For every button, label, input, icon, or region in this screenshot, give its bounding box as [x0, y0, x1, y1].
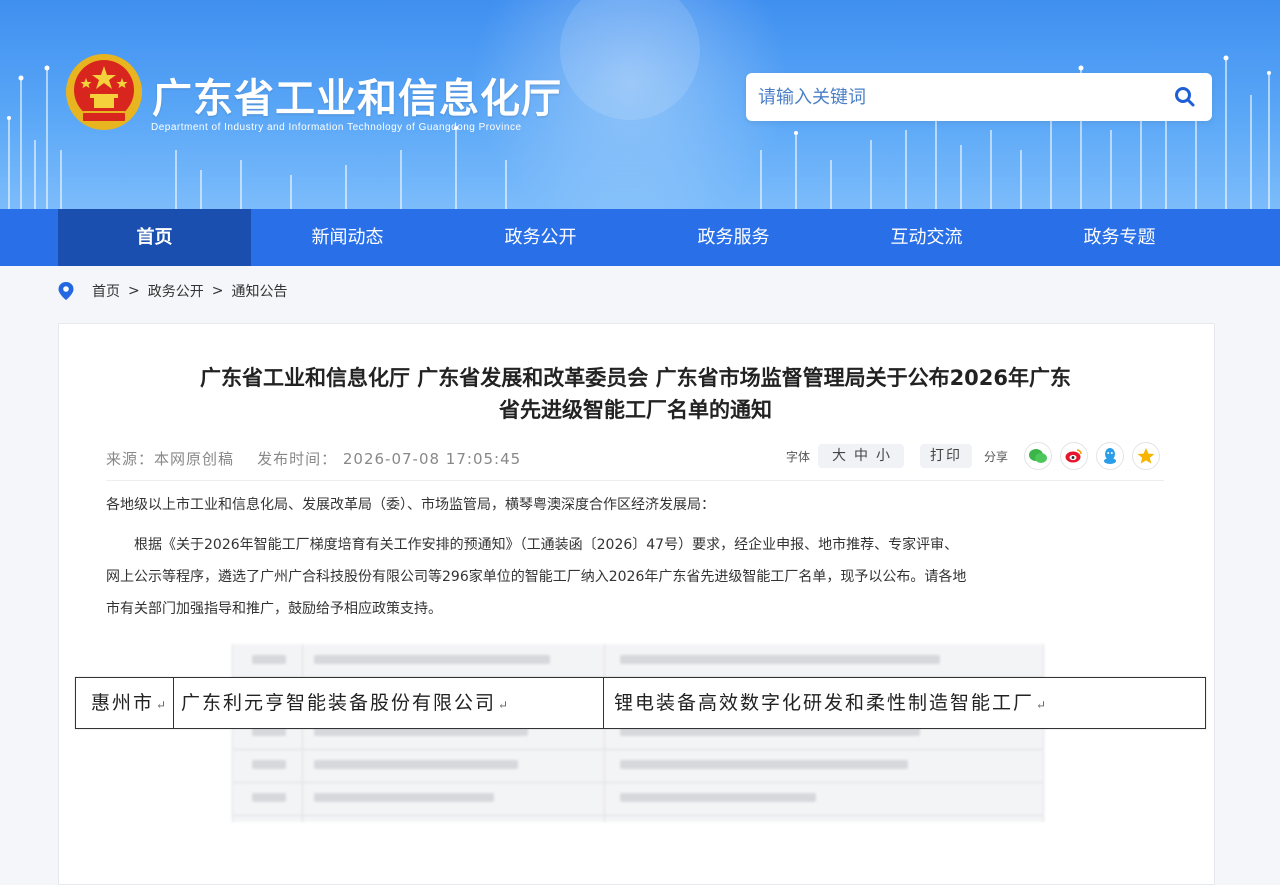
weibo-icon[interactable] — [1060, 442, 1088, 470]
font-size-medium-button[interactable]: 中 — [854, 444, 868, 468]
nav-item-special-topics[interactable]: 政务专题 — [1023, 209, 1216, 266]
qq-icon[interactable] — [1096, 442, 1124, 470]
site-subtitle: Department of Industry and Information T… — [151, 122, 522, 133]
font-size-label: 字体 — [785, 449, 810, 464]
font-size-switcher: 大 中 小 — [817, 444, 904, 468]
article-title: 广东省工业和信息化厅 广东省发展和改革委员会 广东省市场监督管理局关于公布202… — [58, 362, 1213, 426]
article-meta-info: 来源：本网原创稿 发布时间： 2026-07-08 17:05:45 — [106, 448, 521, 469]
nav-item-news[interactable]: 新闻动态 — [251, 209, 444, 266]
breadcrumb: 首页 > 政务公开 > 通知公告 — [58, 280, 287, 302]
font-size-small-button[interactable]: 小 — [876, 444, 890, 468]
breadcrumb-separator: > — [128, 283, 140, 299]
search-icon[interactable] — [1174, 86, 1196, 108]
nav-item-interaction[interactable]: 互动交流 — [830, 209, 1023, 266]
highlighted-table-row: 惠州市 ↵ 广东利元亨智能装备股份有限公司 ↵ 锂电装备高效数字化研发和柔性制造智能… — [75, 677, 1206, 729]
wechat-icon[interactable] — [1024, 442, 1052, 470]
article-meta: 来源：本网原创稿 发布时间： 2026-07-08 17:05:45 字体 大 … — [106, 442, 1164, 470]
article-title-line-2: 省先进级智能工厂名单的通知 — [499, 398, 772, 422]
print-button[interactable]: 打印 — [919, 444, 972, 468]
search-input[interactable] — [746, 73, 1170, 121]
breadcrumb-notices[interactable]: 通知公告 — [231, 281, 287, 301]
row-company: 广东利元亨智能装备股份有限公司 ↵ — [181, 692, 509, 714]
article-body-line-1: 根据《关于2026年智能工厂梯度培育有关工作安排的预通知》（工通装函〔2026〕… — [134, 537, 959, 553]
nav-item-gov-affairs-open[interactable]: 政务公开 — [444, 209, 637, 266]
meta-divider — [106, 480, 1164, 481]
nav-item-gov-services[interactable]: 政务服务 — [637, 209, 830, 266]
breadcrumb-gov-affairs-open[interactable]: 政务公开 — [148, 281, 204, 301]
article-title-line-1: 广东省工业和信息化厅 广东省发展和改革委员会 广东省市场监督管理局关于公布202… — [199, 366, 1072, 390]
article-body-line-3: 市有关部门加强指导和推广，鼓励给予相应政策支持。 — [106, 601, 442, 617]
article-salutation: 各地级以上市工业和信息化局、发展改革局（委）、市场监管局，横琴粤澳深度合作区经济… — [106, 497, 715, 513]
share-label: 分享 — [983, 449, 1008, 464]
nav-item-home[interactable]: 首页 — [58, 209, 251, 266]
row-city: 惠州市 ↵ — [91, 692, 167, 714]
national-emblem-icon — [66, 54, 142, 130]
article-tools: 字体 大 中 小 打印 分享 — [786, 442, 1160, 470]
article-publish-time: 发布时间： 2026-07-08 17:05:45 — [257, 450, 522, 468]
breadcrumb-separator: > — [211, 283, 224, 299]
main-nav: 首页 新闻动态 政务公开 政务服务 互动交流 政务专题 — [0, 209, 1280, 266]
qzone-icon[interactable] — [1132, 442, 1160, 470]
factory-list-table-image — [232, 644, 1044, 822]
font-size-large-button[interactable]: 大 — [832, 444, 846, 468]
article-source: 来源：本网原创稿 — [106, 450, 235, 468]
location-pin-icon — [58, 282, 74, 300]
article-body-line-2: 网上公示等程序，遴选了广州广合科技股份有限公司等296家单位的智能工厂纳入202… — [106, 569, 967, 585]
site-header: 广东省工业和信息化厅 Department of Industry and In… — [0, 0, 1280, 209]
row-factory-name: 锂电装备高效数字化研发和柔性制造智能工厂 ↵ — [614, 692, 1047, 714]
site-title: 广东省工业和信息化厅 — [152, 76, 562, 122]
breadcrumb-home[interactable]: 首页 — [92, 281, 120, 301]
search-box — [746, 73, 1212, 121]
